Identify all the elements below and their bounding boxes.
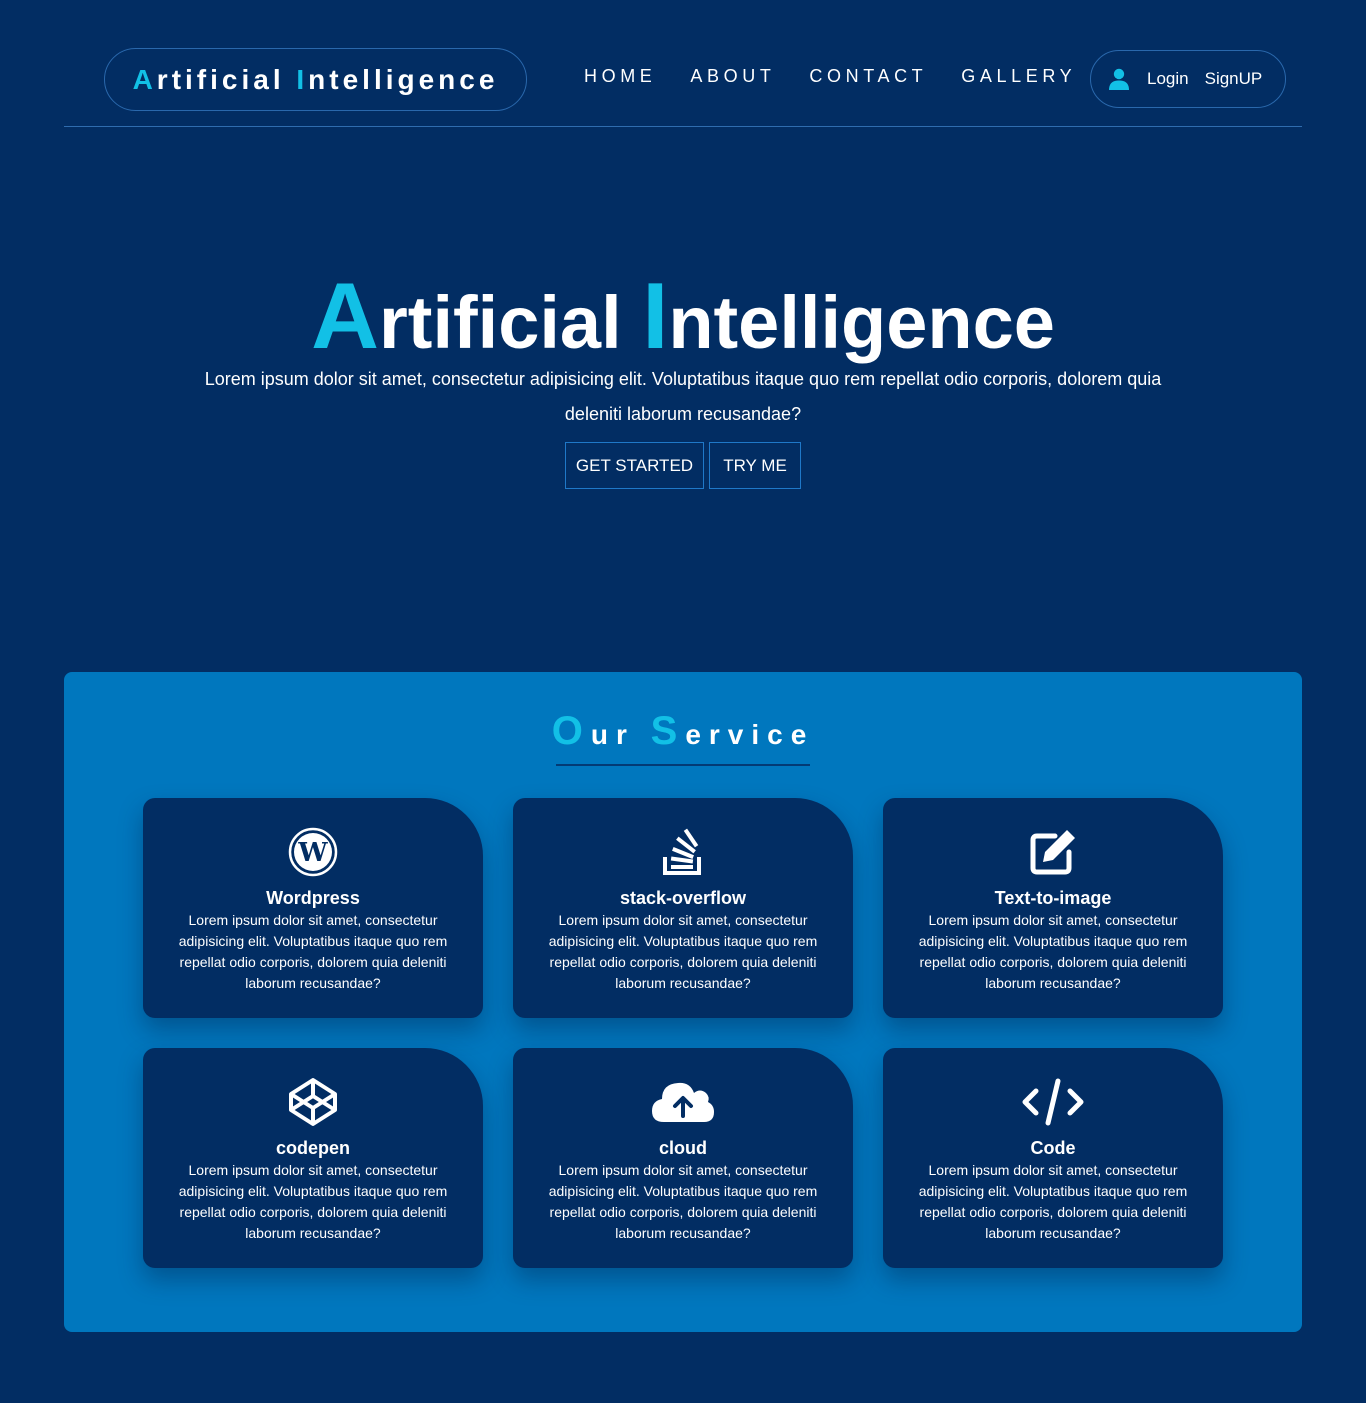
hero-title-second-rest: ntelligence <box>668 281 1055 364</box>
services-heading-first-letter: O <box>551 709 591 753</box>
wordpress-icon: W <box>143 824 483 880</box>
hero-buttons: GET STARTED TRY ME <box>565 442 801 489</box>
login-link[interactable]: Login <box>1147 69 1189 89</box>
card-description: Lorem ipsum dolor sit amet, consectetur … <box>548 1162 818 1241</box>
service-card-wordpress[interactable]: W Wordpress Lorem ipsum dolor sit amet, … <box>143 798 483 1018</box>
card-title: Wordpress <box>266 888 360 908</box>
brand-logo[interactable]: Artificial Intelligence <box>104 48 527 111</box>
codepen-icon <box>143 1074 483 1130</box>
card-description: Lorem ipsum dolor sit amet, consectetur … <box>918 912 1188 991</box>
navbar: Artificial Intelligence HOME ABOUT CONTA… <box>64 0 1302 127</box>
hero-description: Lorem ipsum dolor sit amet, consectetur … <box>204 369 1162 424</box>
hero-title-second-letter: I <box>642 263 669 368</box>
services-heading-second-letter: S <box>650 709 686 753</box>
svg-text:W: W <box>297 838 328 868</box>
brand-first-rest: rtificial <box>156 63 285 95</box>
hero-title-first-rest: rtificial <box>379 281 622 364</box>
brand-first-letter: A <box>132 63 157 95</box>
card-description: Lorem ipsum dolor sit amet, consectetur … <box>178 1162 448 1241</box>
nav-item-contact[interactable]: CONTACT <box>809 66 927 87</box>
nav-item-home[interactable]: HOME <box>584 66 656 87</box>
card-title: Code <box>1030 1138 1076 1158</box>
service-card-stack-overflow[interactable]: stack-overflow Lorem ipsum dolor sit ame… <box>513 798 853 1018</box>
nav-item-gallery[interactable]: GALLERY <box>961 66 1076 87</box>
hero-title-first-letter: A <box>311 263 379 368</box>
code-icon <box>883 1074 1223 1130</box>
service-card-code[interactable]: Code Lorem ipsum dolor sit amet, consect… <box>883 1048 1223 1268</box>
get-started-button[interactable]: GET STARTED <box>565 442 704 489</box>
edit-icon <box>883 824 1223 880</box>
auth-pill: Login SignUP <box>1090 50 1286 108</box>
hero-title: Artificial Intelligence <box>0 268 1366 371</box>
brand-second-rest: ntelligence <box>308 63 499 95</box>
brand-second-letter: I <box>296 63 309 95</box>
services-heading-first-rest: ur <box>590 719 635 750</box>
nav-item-about[interactable]: ABOUT <box>690 66 775 87</box>
card-title: codepen <box>275 1138 350 1158</box>
card-description: Lorem ipsum dolor sit amet, consectetur … <box>548 912 818 991</box>
service-card-text-to-image[interactable]: Text-to-image Lorem ipsum dolor sit amet… <box>883 798 1223 1018</box>
try-me-button[interactable]: TRY ME <box>709 442 801 489</box>
card-title: Text-to-image <box>994 888 1112 908</box>
main-menu: HOME ABOUT CONTACT GALLERY <box>584 66 1110 87</box>
services-heading: Our Service <box>0 706 1366 760</box>
card-title: cloud <box>659 1138 707 1158</box>
services-heading-underline <box>556 764 810 766</box>
card-title: stack-overflow <box>619 888 747 908</box>
user-icon <box>1109 68 1129 90</box>
card-description: Lorem ipsum dolor sit amet, consectetur … <box>178 912 448 991</box>
stack-overflow-icon <box>513 824 853 880</box>
service-card-codepen[interactable]: codepen Lorem ipsum dolor sit amet, cons… <box>143 1048 483 1268</box>
service-card-cloud[interactable]: cloud Lorem ipsum dolor sit amet, consec… <box>513 1048 853 1268</box>
card-description: Lorem ipsum dolor sit amet, consectetur … <box>918 1162 1188 1241</box>
services-heading-second-rest: ervice <box>685 719 815 750</box>
signup-link[interactable]: SignUP <box>1205 69 1263 89</box>
cloud-upload-icon <box>513 1074 853 1130</box>
